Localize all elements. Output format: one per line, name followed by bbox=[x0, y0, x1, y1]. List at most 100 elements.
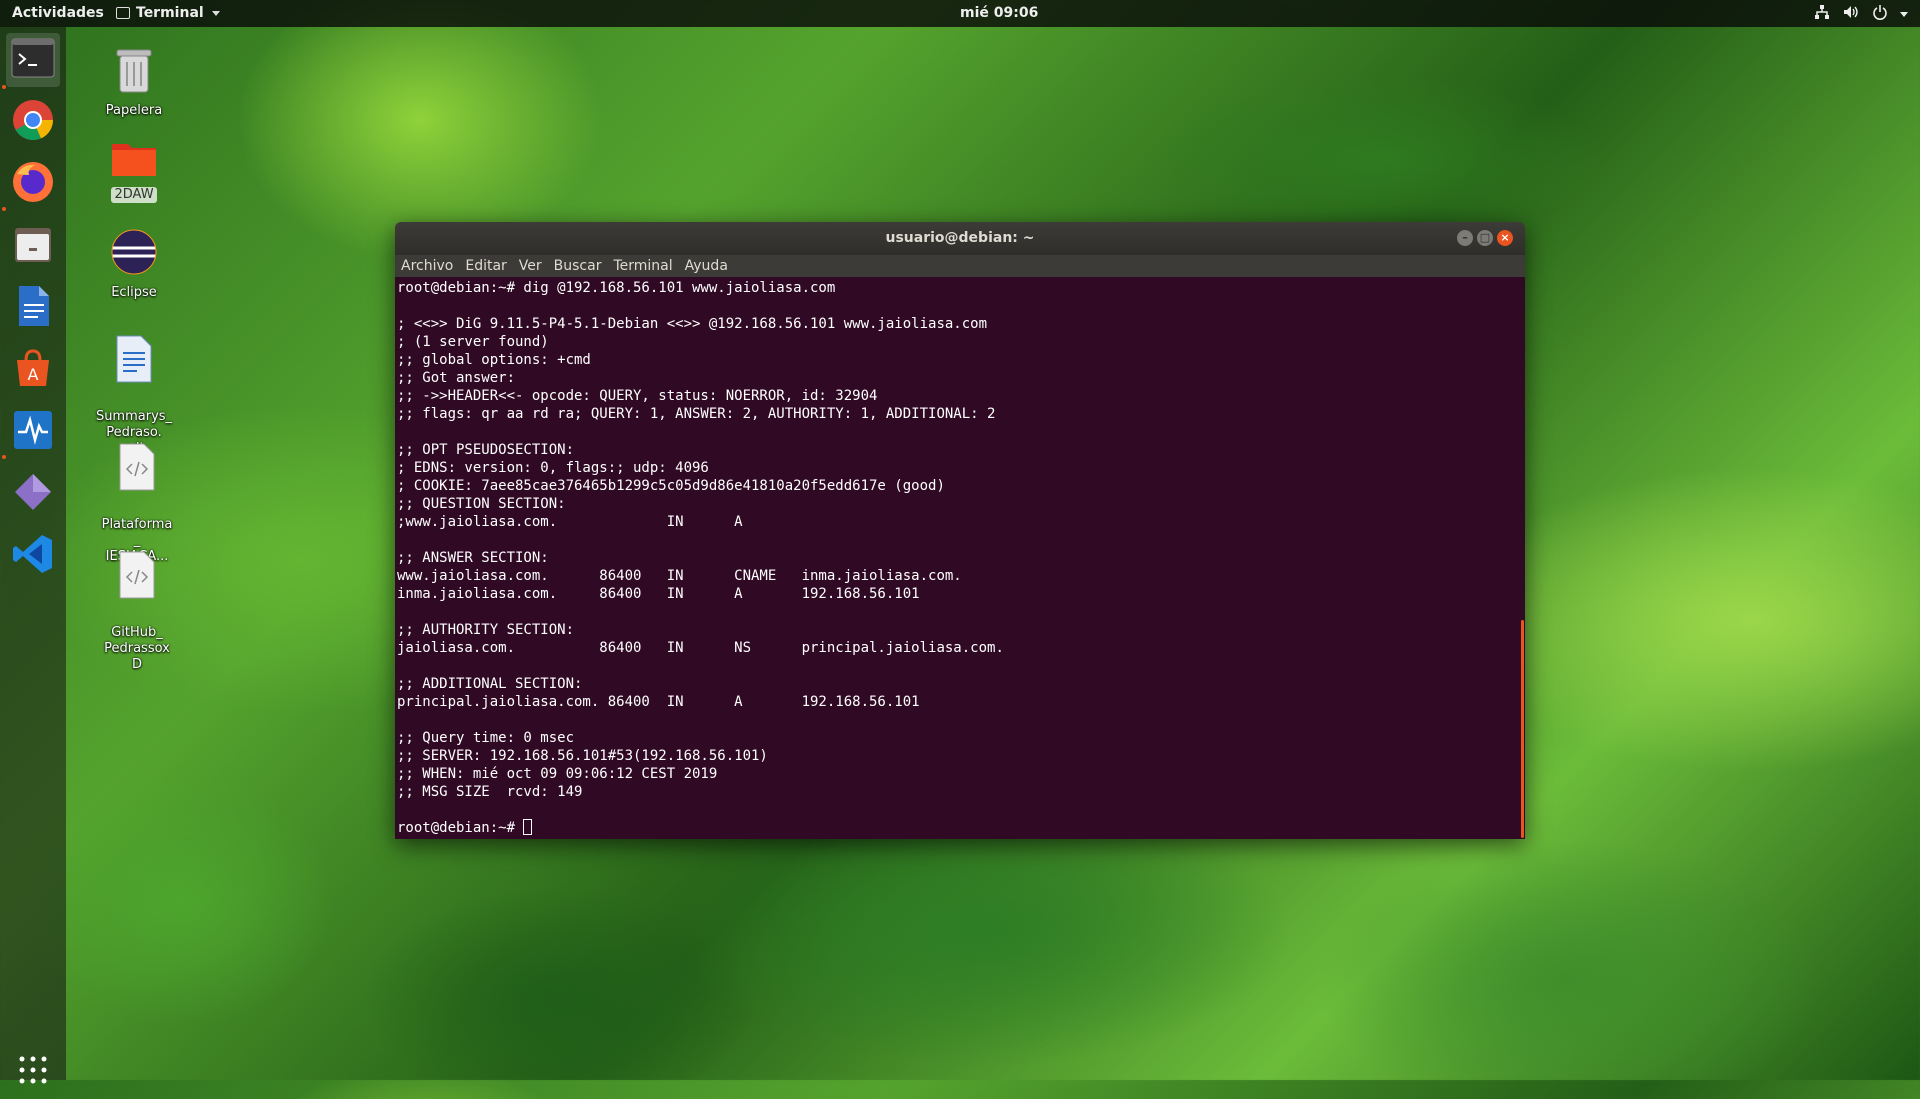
desktop-icon-eclipse[interactable]: Eclipse bbox=[86, 228, 182, 301]
running-indicator bbox=[2, 207, 6, 211]
terminal-cursor bbox=[523, 819, 533, 835]
volume-icon[interactable] bbox=[1842, 4, 1860, 24]
terminal-line: inma.jaioliasa.com. 86400 IN A 192.168.5… bbox=[397, 586, 920, 602]
eclipse-icon bbox=[86, 228, 182, 281]
terminal-window[interactable]: usuario@debian: ~ – □ × Archivo Editar V… bbox=[395, 222, 1525, 839]
terminal-line: ;; WHEN: mié oct 09 09:06:12 CEST 2019 bbox=[397, 766, 718, 782]
terminal-line: ; COOKIE: 7aee85cae376465b1299c5c05d9d86… bbox=[397, 478, 945, 494]
terminal-line: ;; SERVER: 192.168.56.101#53(192.168.56.… bbox=[397, 748, 768, 764]
vscode-icon bbox=[11, 532, 55, 580]
menu-ayuda[interactable]: Ayuda bbox=[685, 258, 728, 274]
terminal-line: ;; Got answer: bbox=[397, 370, 516, 386]
diamond-icon bbox=[11, 470, 55, 518]
window-title: usuario@debian: ~ bbox=[885, 230, 1035, 246]
document-icon bbox=[86, 318, 182, 389]
window-titlebar[interactable]: usuario@debian: ~ – □ × bbox=[395, 222, 1525, 255]
desktop-icon-label: 2DAW bbox=[111, 187, 157, 203]
app-menu-label: Terminal bbox=[136, 5, 204, 21]
terminal-line: ; <<>> DiG 9.11.5-P4-5.1-Debian <<>> @19… bbox=[397, 316, 988, 332]
desktop-icon-trash[interactable]: Papelera bbox=[86, 44, 182, 119]
code-file-icon bbox=[89, 534, 185, 605]
running-indicator bbox=[2, 455, 6, 459]
dock: A bbox=[0, 27, 66, 1084]
terminal-output[interactable]: root@debian:~# dig @192.168.56.101 www.j… bbox=[395, 277, 1525, 839]
window-controls: – □ × bbox=[1457, 230, 1513, 246]
dock-software[interactable]: A bbox=[6, 343, 60, 397]
app-menu[interactable]: Terminal bbox=[116, 5, 220, 21]
terminal-line: ;; MSG SIZE rcvd: 149 bbox=[397, 784, 583, 800]
chevron-down-icon bbox=[211, 10, 220, 16]
software-icon: A bbox=[11, 346, 55, 394]
power-icon[interactable] bbox=[1872, 4, 1888, 24]
firefox-icon bbox=[11, 160, 55, 208]
desktop-icon-label: Eclipse bbox=[111, 285, 157, 300]
terminal-line: ;; ANSWER SECTION: bbox=[397, 550, 549, 566]
terminal-line: ;www.jaioliasa.com. IN A bbox=[397, 514, 743, 530]
terminal-line: ;; ADDITIONAL SECTION: bbox=[397, 676, 583, 692]
dock-vscode[interactable] bbox=[6, 529, 60, 583]
menu-buscar[interactable]: Buscar bbox=[554, 258, 602, 274]
minimize-button[interactable]: – bbox=[1457, 230, 1473, 246]
system-tray[interactable] bbox=[1814, 4, 1908, 24]
dock-firefox[interactable] bbox=[6, 157, 60, 211]
app-grid-icon bbox=[18, 1055, 48, 1089]
caret-icon[interactable] bbox=[1900, 11, 1908, 17]
files-icon bbox=[11, 222, 55, 270]
desktop-icon-github[interactable]: GitHub_ Pedrassox D bbox=[89, 518, 185, 689]
terminal-line: ;; QUESTION SECTION: bbox=[397, 496, 566, 512]
desktop-icon-2daw[interactable]: 2DAW bbox=[86, 138, 182, 203]
scrollbar[interactable] bbox=[1521, 620, 1524, 838]
dock-writer[interactable] bbox=[6, 281, 60, 335]
terminal-line: www.jaioliasa.com. 86400 IN CNAME inma.j… bbox=[397, 568, 962, 584]
desktop-icon-label: GitHub_ Pedrassox D bbox=[104, 625, 170, 672]
close-button[interactable]: × bbox=[1497, 230, 1513, 246]
terminal-small-icon bbox=[116, 7, 130, 19]
folder-icon bbox=[86, 138, 182, 183]
terminal-icon bbox=[11, 38, 55, 82]
terminal-menubar: Archivo Editar Ver Buscar Terminal Ayuda bbox=[395, 255, 1525, 277]
menu-terminal[interactable]: Terminal bbox=[613, 258, 672, 274]
terminal-line: ;; AUTHORITY SECTION: bbox=[397, 622, 575, 638]
dock-app-grid[interactable] bbox=[6, 1045, 60, 1099]
terminal-line: ; (1 server found) bbox=[397, 334, 549, 350]
trash-icon bbox=[86, 44, 182, 99]
terminal-line: ; EDNS: version: 0, flags:; udp: 4096 bbox=[397, 460, 709, 476]
top-bar: Actividades Terminal mié 09:06 bbox=[0, 0, 1920, 27]
terminal-line: root@debian:~# dig @192.168.56.101 www.j… bbox=[397, 280, 836, 296]
terminal-prompt: root@debian:~# bbox=[397, 820, 524, 836]
terminal-line: ;; OPT PSEUDOSECTION: bbox=[397, 442, 575, 458]
dock-monitor[interactable] bbox=[6, 405, 60, 459]
monitor-icon bbox=[11, 408, 55, 456]
terminal-line: jaioliasa.com. 86400 IN NS principal.jai… bbox=[397, 640, 1004, 656]
terminal-line: principal.jaioliasa.com. 86400 IN A 192.… bbox=[397, 694, 920, 710]
desktop-icon-label: Papelera bbox=[105, 103, 163, 118]
terminal-line: ;; global options: +cmd bbox=[397, 352, 591, 368]
writer-icon bbox=[11, 284, 55, 332]
terminal-line: ;; flags: qr aa rd ra; QUERY: 1, ANSWER:… bbox=[397, 406, 996, 422]
svg-text:A: A bbox=[28, 365, 39, 384]
chrome-icon bbox=[11, 98, 55, 146]
dock-chrome[interactable] bbox=[6, 95, 60, 149]
activities-button[interactable]: Actividades bbox=[12, 5, 104, 21]
terminal-line: ;; ->>HEADER<<- opcode: QUERY, status: N… bbox=[397, 388, 878, 404]
maximize-button[interactable]: □ bbox=[1477, 230, 1493, 246]
terminal-line: ;; Query time: 0 msec bbox=[397, 730, 575, 746]
code-file-icon bbox=[89, 426, 185, 497]
menu-archivo[interactable]: Archivo bbox=[401, 258, 453, 274]
menu-editar[interactable]: Editar bbox=[465, 258, 506, 274]
clock[interactable]: mié 09:06 bbox=[960, 5, 1038, 21]
menu-ver[interactable]: Ver bbox=[519, 258, 542, 274]
running-indicator bbox=[2, 85, 6, 89]
dock-files[interactable] bbox=[6, 219, 60, 273]
dock-terminal[interactable] bbox=[6, 33, 60, 87]
network-icon[interactable] bbox=[1814, 4, 1830, 24]
dock-editor[interactable] bbox=[6, 467, 60, 521]
terminal-prompt-line[interactable]: root@debian:~# bbox=[397, 819, 1519, 837]
